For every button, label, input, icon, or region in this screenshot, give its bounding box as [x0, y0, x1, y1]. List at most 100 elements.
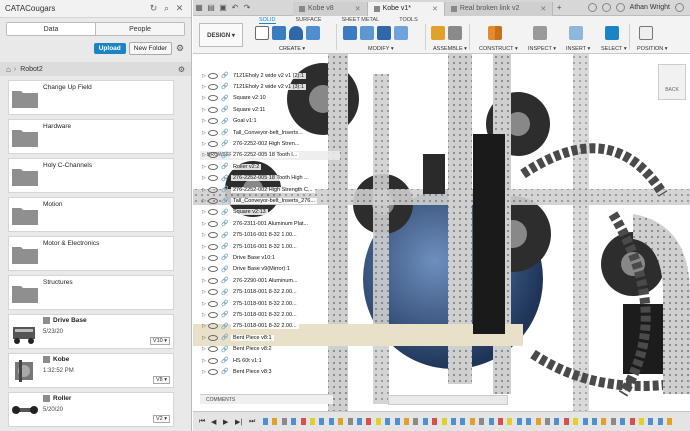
browser-node[interactable]: ▷ 🔗 HS 60t v1:1 — [200, 355, 340, 366]
visibility-eye-icon[interactable] — [208, 346, 218, 353]
tab-surface[interactable]: SURFACE — [296, 17, 322, 24]
browser-node[interactable]: ▷ 🔗 276-2252-005 18 Tooth High ... — [200, 173, 340, 184]
timeline-feature[interactable] — [357, 418, 362, 425]
expand-arrow-icon[interactable]: ▷ — [200, 118, 208, 124]
timeline-feature[interactable] — [375, 418, 381, 425]
close-tab-icon[interactable]: ✕ — [355, 5, 361, 13]
step-forward-icon[interactable]: ▶| — [235, 418, 242, 426]
measure-icon[interactable] — [533, 26, 547, 40]
visibility-eye-icon[interactable] — [208, 152, 218, 159]
revolve-icon[interactable] — [289, 26, 303, 40]
comments-panel[interactable]: COMMENTS — [200, 394, 333, 404]
browser-node[interactable]: ▷ 🔗 Bent Piece v8:1 — [200, 332, 340, 343]
folder-item[interactable]: Motion — [8, 197, 174, 232]
browser-node[interactable]: ▷ 🔗 Drive Base v10:1 — [200, 252, 340, 263]
timeline-feature[interactable] — [328, 418, 334, 425]
browser-node[interactable]: ▷ 🔗 Tall_Conveyor-belt_Inserts... — [200, 127, 340, 138]
visibility-eye-icon[interactable] — [208, 266, 218, 273]
timeline-feature[interactable] — [338, 418, 344, 425]
version-dropdown[interactable]: V2 ▾ — [152, 415, 170, 423]
browser-node[interactable]: ▷ 🔗 276-2252-005 18 Tooth I... — [200, 150, 340, 161]
document-tab[interactable]: Kobe v8 ✕ — [293, 1, 368, 16]
folder-item[interactable]: Motor & Electronics — [8, 236, 174, 271]
visibility-eye-icon[interactable] — [208, 277, 218, 284]
expand-arrow-icon[interactable]: ▷ — [200, 141, 208, 147]
offset-plane-icon[interactable] — [488, 26, 502, 40]
timeline-feature[interactable] — [516, 418, 522, 425]
navigation-bar[interactable] — [388, 395, 508, 405]
extrude-icon[interactable] — [272, 26, 286, 40]
design-item[interactable]: Kobe 1:32:52 PM V8 ▾ — [8, 353, 174, 388]
tab-sheet-metal[interactable]: SHEET METAL — [342, 17, 380, 24]
timeline-feature[interactable] — [648, 418, 654, 425]
new-component-icon[interactable] — [431, 26, 445, 40]
folder-item[interactable]: Hardware — [8, 119, 174, 154]
timeline-feature[interactable] — [394, 418, 400, 425]
browser-node[interactable]: ▷ 🔗 Bent Piece v8:3 — [200, 366, 340, 377]
browser-node[interactable]: ▷ 🔗 275-1018-001 8-32 2.00... — [200, 298, 340, 309]
position-menu[interactable]: POSITION ▾ — [637, 46, 668, 52]
tab-solid[interactable]: SOLID — [259, 17, 276, 24]
timeline-feature[interactable] — [667, 418, 673, 425]
visibility-eye-icon[interactable] — [208, 163, 218, 170]
close-tab-icon[interactable]: ✕ — [432, 5, 438, 13]
go-to-start-icon[interactable]: ⏮ — [199, 418, 205, 426]
browser-node[interactable]: ▷ 🔗 275-1016-001 8-32 1.00... — [200, 241, 340, 252]
timeline-feature[interactable] — [404, 418, 409, 425]
browser-node[interactable]: ▷ 🔗 Bent Piece v8:2 — [200, 344, 340, 355]
visibility-eye-icon[interactable] — [208, 95, 218, 102]
visibility-eye-icon[interactable] — [208, 243, 218, 250]
undo-icon[interactable]: ↶ — [229, 3, 241, 12]
visibility-eye-icon[interactable] — [208, 186, 218, 193]
expand-arrow-icon[interactable]: ▷ — [200, 301, 208, 307]
browser-node[interactable]: ▷ 🔗 275-1018-001 8-32 2.00... — [200, 287, 340, 298]
insert-menu[interactable]: INSERT ▾ — [566, 46, 590, 52]
fillet-icon[interactable] — [360, 26, 374, 40]
browser-node[interactable]: ▷ 🔗 276-2252-002 High Stren... — [200, 138, 340, 149]
timeline-feature[interactable] — [460, 418, 466, 425]
document-tab-active[interactable]: Kobe v1* ✕ — [367, 1, 445, 16]
expand-arrow-icon[interactable]: ▷ — [200, 335, 208, 341]
timeline-feature[interactable] — [573, 418, 579, 425]
timeline-feature[interactable] — [441, 418, 447, 425]
browser-node[interactable]: ▷ 🔗 7121Eholy 2 wide v2 v1 (2):1 — [200, 70, 340, 81]
visibility-eye-icon[interactable] — [208, 118, 218, 125]
expand-arrow-icon[interactable]: ▷ — [200, 107, 208, 113]
expand-arrow-icon[interactable]: ▷ — [200, 278, 208, 284]
new-folder-button[interactable]: New Folder — [128, 41, 172, 55]
visibility-eye-icon[interactable] — [208, 232, 218, 239]
search-icon[interactable]: ⌕ — [160, 3, 173, 14]
expand-arrow-icon[interactable]: ▷ — [200, 323, 208, 329]
timeline-feature[interactable] — [563, 418, 569, 425]
visibility-eye-icon[interactable] — [208, 300, 218, 307]
insert-image-icon[interactable] — [569, 26, 583, 40]
create-menu[interactable]: CREATE ▾ — [279, 46, 305, 52]
tab-people[interactable]: People — [95, 23, 184, 35]
version-dropdown[interactable]: V10 ▾ — [149, 337, 170, 345]
expand-arrow-icon[interactable]: ▷ — [200, 73, 208, 79]
combine-icon[interactable] — [394, 26, 408, 40]
expand-arrow-icon[interactable]: ▷ — [200, 312, 208, 318]
hole-icon[interactable] — [306, 26, 320, 40]
expand-arrow-icon[interactable]: ▷ — [200, 95, 208, 101]
save-icon[interactable]: ▣ — [217, 3, 229, 12]
browser-node[interactable]: ▷ 🔗 276-2311-001 Aluminum Plat... — [200, 218, 340, 229]
close-tab-icon[interactable]: ✕ — [540, 5, 546, 13]
visibility-eye-icon[interactable] — [208, 368, 218, 375]
timeline-feature[interactable] — [479, 418, 485, 425]
timeline-feature[interactable] — [554, 418, 560, 425]
timeline-feature[interactable] — [432, 418, 438, 425]
browser-node[interactable]: ▷ 🔗 Square v2:10 — [200, 93, 340, 104]
browser-node[interactable]: ▷ 🔗 275-1018-001 8-32 2.00... — [200, 321, 340, 332]
construct-menu[interactable]: CONSTRUCT ▾ — [479, 46, 518, 52]
visibility-eye-icon[interactable] — [208, 357, 218, 364]
visibility-eye-icon[interactable] — [208, 323, 218, 330]
timeline-feature[interactable] — [582, 418, 588, 425]
visibility-eye-icon[interactable] — [208, 140, 218, 147]
modify-menu[interactable]: MODIFY ▾ — [368, 46, 394, 52]
capture-position-icon[interactable] — [639, 26, 653, 40]
browser-node[interactable]: ▷ 🔗 Roller v2:2 — [200, 161, 340, 172]
expand-arrow-icon[interactable]: ▷ — [200, 255, 208, 261]
play-icon[interactable]: ▶ — [223, 418, 228, 426]
timeline-feature[interactable] — [592, 418, 597, 425]
